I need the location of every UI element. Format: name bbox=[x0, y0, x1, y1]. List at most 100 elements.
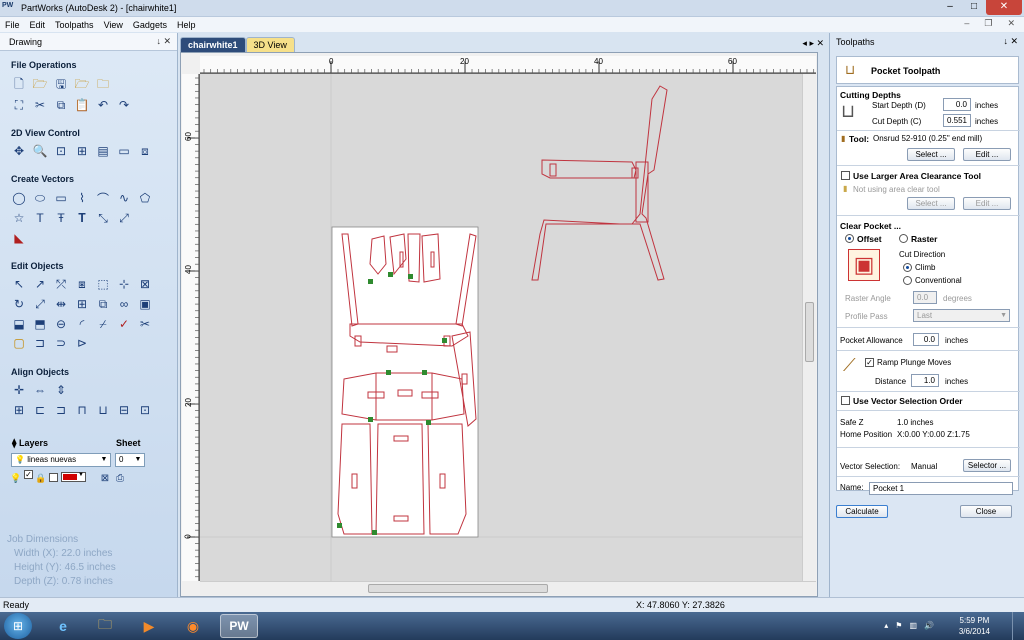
resize-icon[interactable]: ⤢ bbox=[32, 296, 48, 312]
ellipse-icon[interactable]: ⬭ bbox=[32, 190, 48, 206]
zoom-icon[interactable]: 🔍 bbox=[32, 143, 48, 159]
align-vspace-icon[interactable]: ⊡ bbox=[137, 402, 153, 418]
layer-select[interactable]: 💡 lineas nuevas ▼ bbox=[11, 453, 111, 467]
drawing-canvas[interactable] bbox=[200, 74, 814, 581]
redo-icon[interactable]: ↷ bbox=[116, 97, 132, 113]
menu-edit[interactable]: Edit bbox=[25, 20, 51, 30]
sheet-manager-icon[interactable]: ⎙ bbox=[114, 470, 126, 486]
align-left-icon[interactable]: ⊏ bbox=[32, 402, 48, 418]
tab-3d-view[interactable]: 3D View bbox=[245, 37, 295, 52]
zoom-extents-icon[interactable]: ⊡ bbox=[53, 143, 69, 159]
scale-icon[interactable]: ⊠ bbox=[137, 276, 153, 292]
flag-icon[interactable]: ⚑ bbox=[895, 621, 902, 630]
mdi-restore-button[interactable]: ❐ bbox=[979, 18, 997, 29]
align-top-icon[interactable]: ⊓ bbox=[74, 402, 90, 418]
zoom-box-icon[interactable]: ⊞ bbox=[74, 143, 90, 159]
ramp-plunge-checkbox[interactable]: ✓ bbox=[865, 358, 874, 367]
smooth-icon[interactable]: ✓ bbox=[116, 316, 132, 332]
trim-icon[interactable]: ⌿ bbox=[95, 316, 111, 332]
cut-depth-input[interactable]: 0.551 bbox=[943, 114, 971, 127]
close-vector-icon[interactable]: ⊃ bbox=[53, 335, 69, 351]
polyline-icon[interactable]: ⌇ bbox=[74, 190, 90, 206]
partworks-task-button[interactable]: PW bbox=[220, 614, 258, 638]
align-center-icon[interactable]: ✛ bbox=[11, 382, 27, 398]
join-icon[interactable]: ∞ bbox=[116, 296, 132, 312]
fillet-icon[interactable]: ◜ bbox=[74, 316, 90, 332]
pan-icon[interactable]: ✥ bbox=[11, 143, 27, 159]
raster-radio[interactable] bbox=[899, 234, 908, 243]
dimension-icon[interactable]: ⤡ bbox=[95, 210, 111, 226]
vscroll-thumb[interactable] bbox=[805, 302, 814, 362]
calculate-button[interactable]: Calculate bbox=[836, 505, 888, 518]
weld-icon[interactable]: ⬓ bbox=[11, 316, 27, 332]
select-icon[interactable]: ↖ bbox=[11, 276, 27, 292]
tray-arrow-icon[interactable]: ▴ bbox=[884, 621, 888, 630]
start-depth-input[interactable]: 0.0 bbox=[943, 98, 971, 111]
mdi-close-button[interactable]: ✕ bbox=[1002, 18, 1020, 29]
selector-button[interactable]: Selector ... bbox=[963, 459, 1011, 472]
menu-file[interactable]: File bbox=[0, 20, 25, 30]
subtract-icon[interactable]: ⬒ bbox=[32, 316, 48, 332]
tab-controls[interactable]: ◂ ▸ ✕ bbox=[802, 38, 824, 49]
group-icon[interactable]: ⬚ bbox=[95, 276, 111, 292]
arc-icon[interactable]: ⌒ bbox=[95, 190, 111, 206]
close-button[interactable]: Close bbox=[960, 505, 1012, 518]
panel-pin-close[interactable]: ↓ ✕ bbox=[156, 36, 171, 47]
network-icon[interactable]: ▥ bbox=[909, 621, 917, 630]
vector-order-checkbox[interactable] bbox=[841, 396, 850, 405]
media-player-icon[interactable]: ▶ bbox=[130, 614, 168, 638]
text-on-curve-icon[interactable]: Ŧ bbox=[53, 210, 69, 226]
volume-icon[interactable]: 🔊 bbox=[924, 621, 934, 630]
toolpath-name-input[interactable]: Pocket 1 bbox=[869, 482, 1013, 495]
intersect-icon[interactable]: ⊖ bbox=[53, 316, 69, 332]
node-edit-icon[interactable]: ↗ bbox=[32, 276, 48, 292]
text-icon[interactable]: T bbox=[32, 210, 48, 226]
nest-icon[interactable]: ⧉ bbox=[95, 296, 111, 312]
menu-gadgets[interactable]: Gadgets bbox=[128, 20, 172, 30]
fillet-corner-icon[interactable]: ▢ bbox=[11, 335, 27, 351]
offset-icon[interactable]: ▣ bbox=[137, 296, 153, 312]
area-tool-select-button[interactable]: Select ... bbox=[907, 197, 955, 210]
menu-help[interactable]: Help bbox=[172, 20, 201, 30]
dogbone-icon[interactable]: ✂ bbox=[137, 316, 153, 332]
polygon-icon[interactable]: ⬠ bbox=[137, 190, 153, 206]
hscroll-thumb[interactable] bbox=[368, 584, 548, 593]
import-icon[interactable]: 🗀 bbox=[95, 77, 111, 93]
sheet-select[interactable]: 0 ▼ bbox=[115, 453, 145, 467]
zoom-width-icon[interactable]: ▭ bbox=[116, 143, 132, 159]
ungroup-icon[interactable]: ⊹ bbox=[116, 276, 132, 292]
text-bold-icon[interactable]: 𝐓 bbox=[74, 210, 90, 226]
pocket-allowance-input[interactable]: 0.0 bbox=[913, 333, 939, 346]
fit-view-icon[interactable]: ⧈ bbox=[137, 143, 153, 159]
horizontal-scrollbar[interactable] bbox=[200, 581, 816, 595]
clock[interactable]: 5:59 PM 3/6/2014 bbox=[959, 615, 990, 637]
rectangle-icon[interactable]: ▭ bbox=[53, 190, 69, 206]
area-tool-edit-button[interactable]: Edit ... bbox=[963, 197, 1011, 210]
layer-manager-icon[interactable]: ⊠ bbox=[99, 470, 111, 486]
align-bottom-icon[interactable]: ⊔ bbox=[95, 402, 111, 418]
minimize-button[interactable]: – bbox=[938, 0, 962, 15]
start-button[interactable]: ⊞ bbox=[4, 613, 32, 639]
new-file-icon[interactable]: 🗋 bbox=[11, 77, 27, 93]
offset-radio[interactable] bbox=[845, 234, 854, 243]
maximize-button[interactable]: □ bbox=[962, 0, 986, 15]
tab-chairwhite1[interactable]: chairwhite1 bbox=[180, 37, 246, 52]
open-file-icon[interactable]: 🗁 bbox=[32, 77, 48, 93]
layer-visible-icon[interactable]: 💡 bbox=[10, 470, 21, 486]
conventional-radio[interactable] bbox=[903, 276, 912, 285]
panel-pin-close[interactable]: ↓ ✕ bbox=[1003, 36, 1018, 47]
extend-icon[interactable]: ⊐ bbox=[32, 335, 48, 351]
layer-check[interactable]: ✓ bbox=[24, 470, 33, 479]
undo-icon[interactable]: ↶ bbox=[95, 97, 111, 113]
mdi-minimize-button[interactable]: – bbox=[959, 18, 974, 29]
tool-select-button[interactable]: Select ... bbox=[907, 148, 955, 161]
climb-radio[interactable] bbox=[903, 263, 912, 272]
close-window-button[interactable]: ✕ bbox=[986, 0, 1022, 15]
move-icon[interactable]: ⧆ bbox=[74, 276, 90, 292]
paste-icon[interactable]: 📋 bbox=[74, 97, 90, 113]
profile-pass-select[interactable]: Last ▼ bbox=[913, 309, 1010, 322]
use-larger-tool-checkbox[interactable] bbox=[841, 171, 850, 180]
trim-vector-icon[interactable]: ⊳ bbox=[74, 335, 90, 351]
align-right-icon[interactable]: ⊐ bbox=[53, 402, 69, 418]
circle-icon[interactable]: ◯ bbox=[11, 190, 27, 206]
